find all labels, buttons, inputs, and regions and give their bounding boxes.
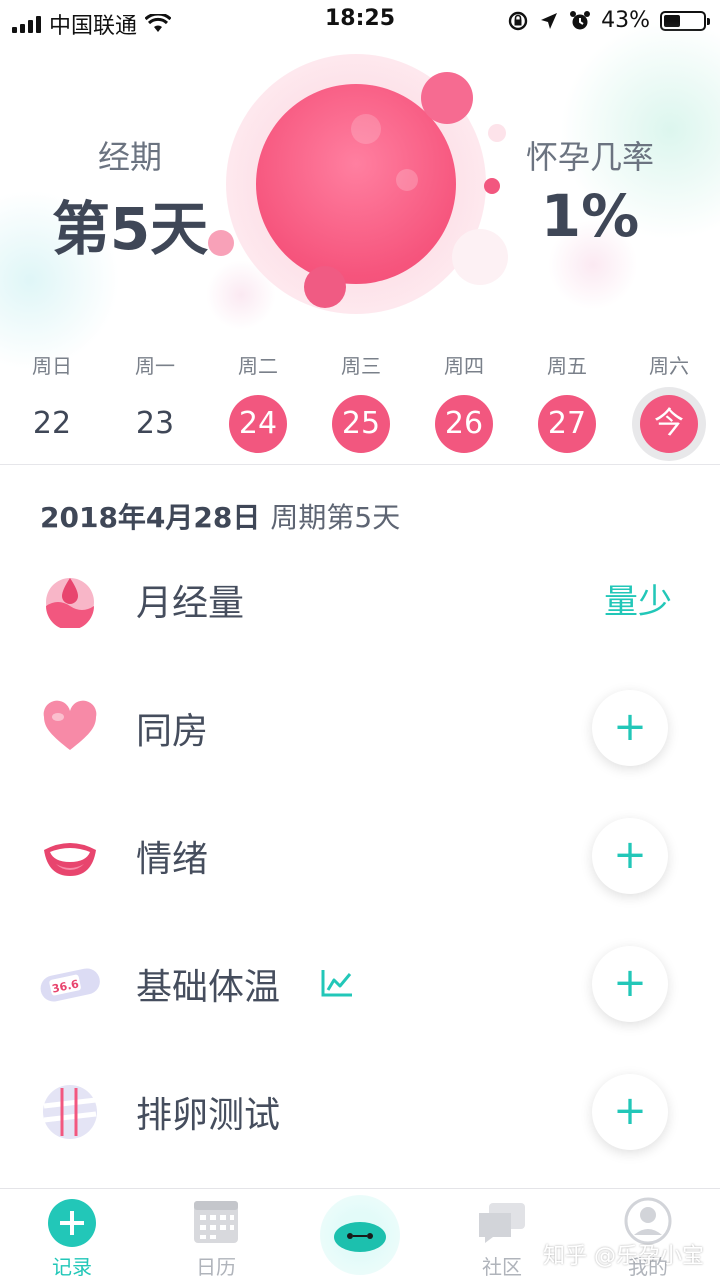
record-label: 情绪 xyxy=(136,839,209,880)
cycle-bubble[interactable] xyxy=(208,54,508,314)
record-label: 基础体温 xyxy=(136,967,281,1008)
add-intercourse-button[interactable]: + xyxy=(592,690,668,766)
selected-date-text: 2018年4月28日 xyxy=(40,501,261,534)
menstrual-flow-icon xyxy=(46,578,94,628)
tab-community[interactable]: 社区 xyxy=(452,1189,552,1282)
record-label: 排卵测试 xyxy=(136,1095,281,1136)
day-3[interactable]: 周三 25 xyxy=(311,340,411,453)
period-day-value: 第5天 xyxy=(51,195,209,263)
day-0[interactable]: 周日 22 xyxy=(2,340,102,453)
week-strip: 周日 22 周一 23 周二 24 周三 25 周四 26 周五 27 周六 今 xyxy=(0,340,720,464)
day-number: 25 xyxy=(332,395,390,453)
plus-circle-icon xyxy=(48,1199,96,1247)
day-number: 24 xyxy=(229,395,287,453)
status-bar: 中国联通 18:25 43% xyxy=(0,0,720,40)
mouth-mood-icon xyxy=(44,843,96,876)
record-row-intercourse[interactable]: 同房 + xyxy=(0,662,720,790)
watermark: 知乎 @乐孕小宝 xyxy=(543,1244,704,1269)
record-row-flow[interactable]: 月经量 量少 xyxy=(0,534,720,662)
day-2[interactable]: 周二 24 xyxy=(208,340,308,453)
record-row-temperature[interactable]: 36.6 基础体温 + xyxy=(0,918,720,1046)
mascot-face-icon xyxy=(334,1222,386,1252)
cycle-summary: 经期 第5天 怀孕几率 1% xyxy=(0,20,720,370)
add-mood-button[interactable]: + xyxy=(592,818,668,894)
location-icon xyxy=(541,12,558,29)
day-1[interactable]: 周一 23 xyxy=(105,340,205,453)
record-row-ovulation[interactable]: 排卵测试 + xyxy=(0,1046,720,1174)
day-number: 23 xyxy=(135,406,175,441)
record-row-mood[interactable]: 情绪 + xyxy=(0,790,720,918)
day-number: 22 xyxy=(32,406,72,441)
temperature-chart-icon[interactable] xyxy=(320,968,354,998)
tab-label: 日历 xyxy=(196,1255,236,1279)
tab-label: 社区 xyxy=(482,1255,522,1279)
cycle-day-text: 周期第5天 xyxy=(270,501,401,534)
day-4[interactable]: 周四 26 xyxy=(414,340,514,453)
day-number: 27 xyxy=(538,395,596,453)
selected-date: 2018年4月28日 周期第5天 xyxy=(40,496,400,536)
tab-record[interactable]: 记录 xyxy=(22,1189,122,1282)
chat-bubbles-icon xyxy=(479,1203,525,1243)
add-temperature-button[interactable]: + xyxy=(592,946,668,1022)
day-5[interactable]: 周五 27 xyxy=(517,340,617,453)
day-number: 今 xyxy=(640,395,698,453)
pregnancy-chance-label: 怀孕几率 xyxy=(525,138,654,176)
rotation-lock-icon xyxy=(508,11,528,30)
calendar-icon xyxy=(194,1201,238,1243)
alarm-icon xyxy=(570,10,591,29)
heart-icon xyxy=(43,700,97,750)
record-label: 同房 xyxy=(136,711,209,752)
flow-value[interactable]: 量少 xyxy=(604,574,672,623)
record-label: 月经量 xyxy=(136,583,245,624)
day-6-today[interactable]: 周六 今 xyxy=(619,340,719,453)
period-label: 经期 xyxy=(97,138,162,176)
tab-label: 记录 xyxy=(52,1255,92,1279)
tab-calendar[interactable]: 日历 xyxy=(166,1189,266,1282)
divider xyxy=(0,464,720,465)
add-ovulation-test-button[interactable]: + xyxy=(592,1074,668,1150)
tab-mascot[interactable] xyxy=(310,1189,410,1282)
day-number: 26 xyxy=(435,395,493,453)
ovulation-test-strip-icon xyxy=(43,1085,97,1139)
thermometer-icon: 36.6 xyxy=(40,968,100,1002)
pregnancy-chance-value: 1% xyxy=(540,182,640,250)
